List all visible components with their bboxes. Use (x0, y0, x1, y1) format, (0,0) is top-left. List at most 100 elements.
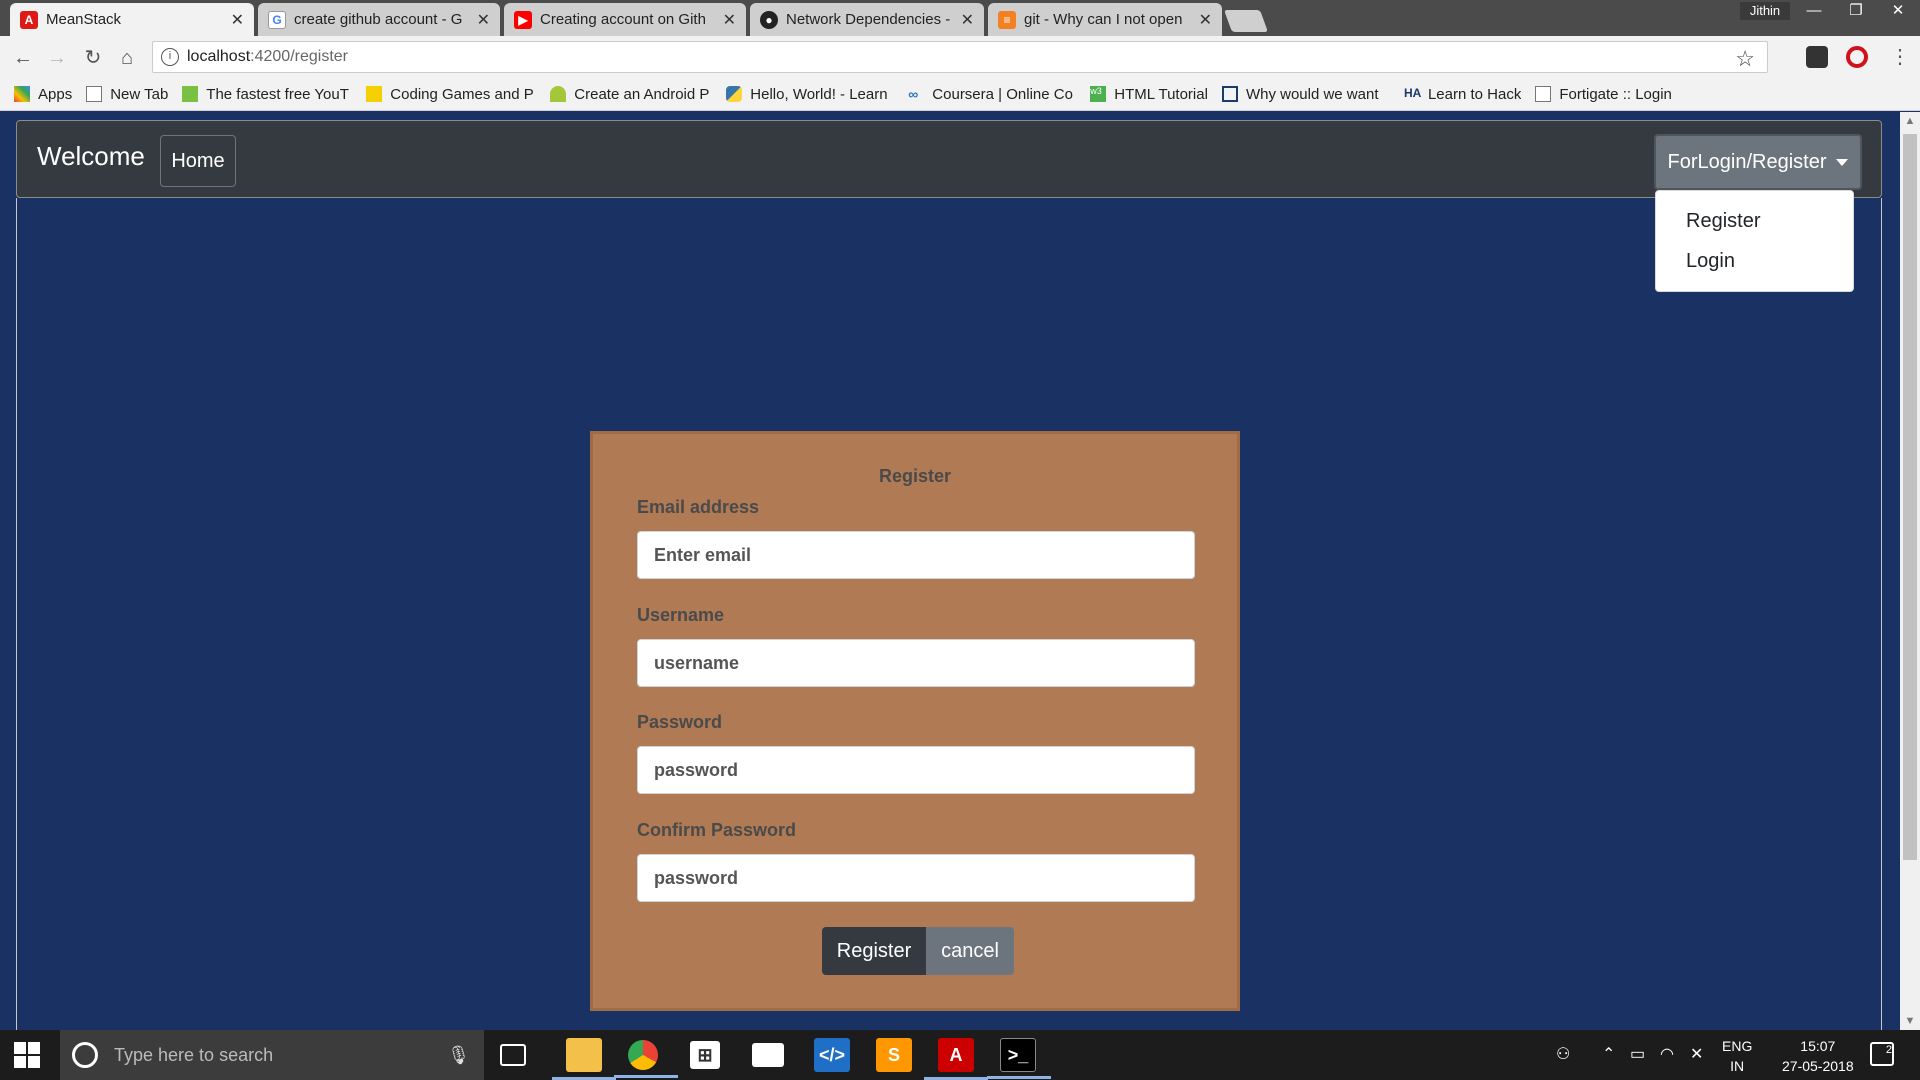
bookmark-label: Create an Android P (574, 85, 710, 103)
bookmark-label: Learn to Hack (1427, 85, 1522, 103)
navbar-brand[interactable]: Welcome (37, 141, 145, 172)
tab-title: Creating account on Gith (540, 11, 706, 28)
coursera-icon: ∞ (908, 86, 919, 102)
sublime-text-icon[interactable]: S (876, 1038, 912, 1072)
confirm-password-label: Confirm Password (637, 820, 797, 840)
tab-youtube[interactable]: ▶ Creating account on Gith ✕ (504, 3, 746, 36)
caret-down-icon (1836, 158, 1849, 166)
dropdown-menu: Register Login (1655, 190, 1854, 292)
store-icon[interactable]: ⊞ (690, 1041, 720, 1069)
taskbar-search-box[interactable]: Type here to search 🎙 (60, 1030, 484, 1080)
bookmark-new-tab[interactable]: New Tab (86, 86, 168, 103)
microphone-icon[interactable]: 🎙 (447, 1045, 470, 1066)
address-bar[interactable]: i localhost:4200/register ☆ (152, 41, 1768, 73)
bookmark-html-tutorial[interactable]: w3 HTML Tutorial (1090, 86, 1208, 103)
bookmark-learn-to-hack[interactable]: HA Learn to Hack (1404, 86, 1521, 103)
bookmark-label: Fortigate :: Login (1559, 85, 1672, 103)
password-input[interactable]: password (637, 746, 1195, 794)
mail-icon[interactable] (752, 1043, 784, 1067)
opera-icon[interactable] (1846, 46, 1868, 68)
task-view-icon[interactable] (500, 1044, 526, 1066)
home-button[interactable]: Home (160, 135, 236, 187)
chrome-icon[interactable] (614, 1040, 678, 1078)
acrobat-icon[interactable]: A (924, 1038, 988, 1080)
close-tab-icon[interactable]: ✕ (723, 10, 736, 30)
clock[interactable]: 15:07 27-05-2018 (1782, 1036, 1854, 1076)
home-icon[interactable]: ⌂ (114, 45, 140, 71)
cancel-button[interactable]: cancel (926, 927, 1014, 975)
restore-icon[interactable]: ❐ (1836, 0, 1876, 22)
page-scrollbar[interactable]: ▲ ▼ (1900, 112, 1920, 1030)
tab-github[interactable]: ● Network Dependencies - ✕ (750, 3, 984, 36)
bookmark-label: Coding Games and P (390, 85, 534, 103)
bookmark-star-icon[interactable]: ☆ (1735, 46, 1755, 72)
python-icon (726, 86, 743, 102)
wifi-icon[interactable]: ◠ (1660, 1044, 1674, 1064)
menu-kebab-icon[interactable]: ⋮ (1890, 44, 1910, 69)
password-label: Password (637, 712, 723, 732)
username-input[interactable]: username (637, 639, 1195, 687)
page-viewport: Welcome Home ForLogin/Register Register … (0, 112, 1900, 1038)
tab-google[interactable]: G create github account - G ✕ (258, 3, 500, 36)
lang-code: ENG (1722, 1038, 1753, 1054)
dropdown-item-register[interactable]: Register (1656, 201, 1853, 241)
email-label: Email address (637, 497, 760, 517)
page-icon (1535, 86, 1552, 102)
download-arrow-icon (182, 86, 199, 102)
bookmark-coursera[interactable]: ∞ Coursera | Online Co (908, 86, 1076, 103)
bookmark-youtube-downloader[interactable]: The fastest free YouT (182, 86, 352, 103)
clock-date: 27-05-2018 (1782, 1058, 1854, 1074)
bookmark-label: New Tab (110, 85, 169, 103)
dropdown-item-login[interactable]: Login (1656, 241, 1853, 281)
bookmark-python[interactable]: Hello, World! - Learn (726, 86, 894, 103)
login-register-dropdown-button[interactable]: ForLogin/Register (1654, 134, 1862, 190)
close-tab-icon[interactable]: ✕ (477, 10, 490, 30)
scroll-down-icon[interactable]: ▼ (1900, 1012, 1920, 1030)
page-icon (86, 86, 103, 102)
email-input[interactable]: Enter email (637, 531, 1195, 579)
google-icon: G (268, 10, 286, 29)
bookmark-label: Coursera | Online Co (932, 85, 1073, 103)
chevron-up-icon[interactable]: ⌃ (1602, 1044, 1615, 1064)
tab-stackoverflow[interactable]: ≡ git - Why can I not open ✕ (988, 3, 1222, 36)
new-tab-button[interactable] (1223, 10, 1269, 32)
system-tray: ⚇ ⌃ ▭ ◠ ✕ ENG IN 15:07 27-05-2018 2 (1550, 1030, 1920, 1080)
close-tab-icon[interactable]: ✕ (961, 10, 974, 30)
bookmark-coding-games[interactable]: Coding Games and P (366, 86, 536, 103)
bookmark-apps[interactable]: Apps (14, 86, 72, 103)
battery-icon[interactable]: ▭ (1630, 1044, 1645, 1064)
minimize-icon[interactable]: — (1794, 0, 1834, 22)
bookmark-label: HTML Tutorial (1114, 85, 1208, 103)
bookmark-why-would[interactable]: Why would we want (1221, 86, 1390, 103)
clock-time: 15:07 (1800, 1038, 1836, 1054)
input-language[interactable]: ENG IN (1722, 1036, 1752, 1076)
file-explorer-icon[interactable] (552, 1038, 616, 1080)
windows-start-icon[interactable] (14, 1042, 40, 1068)
notification-center-icon[interactable]: 2 (1870, 1042, 1894, 1066)
back-arrow-icon[interactable]: ← (10, 45, 36, 71)
vscode-icon[interactable]: </> (814, 1038, 850, 1072)
terminal-icon[interactable]: >_ (987, 1038, 1051, 1079)
scroll-up-icon[interactable]: ▲ (1900, 112, 1920, 130)
angular-icon: A (20, 10, 38, 29)
people-icon[interactable]: ⚇ (1556, 1044, 1570, 1064)
extension-icon[interactable] (1806, 46, 1828, 68)
confirm-password-input[interactable]: password (637, 854, 1195, 902)
windows-taskbar: Type here to search 🎙 ⊞ </> S A >_ ⚇ ⌃ ▭… (0, 1030, 1920, 1080)
info-icon[interactable]: i (161, 48, 179, 66)
tab-title: git - Why can I not open (1024, 11, 1183, 28)
forward-arrow-icon[interactable]: → (44, 45, 70, 71)
scroll-thumb[interactable] (1903, 134, 1917, 860)
bookmark-fortigate[interactable]: Fortigate :: Login (1535, 86, 1672, 103)
close-tab-icon[interactable]: ✕ (1199, 10, 1212, 30)
reload-icon[interactable]: ↻ (80, 45, 106, 71)
tab-meanstack[interactable]: A MeanStack ✕ (10, 3, 254, 36)
bookmark-android[interactable]: Create an Android P (550, 86, 712, 103)
speaker-muted-icon[interactable]: ✕ (1690, 1044, 1703, 1064)
register-button[interactable]: Register (822, 927, 926, 975)
youtube-icon: ▶ (514, 10, 532, 29)
apps-grid-icon (14, 86, 30, 102)
browser-user-profile[interactable]: Jithin (1740, 2, 1790, 20)
close-tab-icon[interactable]: ✕ (231, 10, 244, 30)
close-window-icon[interactable]: ✕ (1878, 0, 1918, 22)
